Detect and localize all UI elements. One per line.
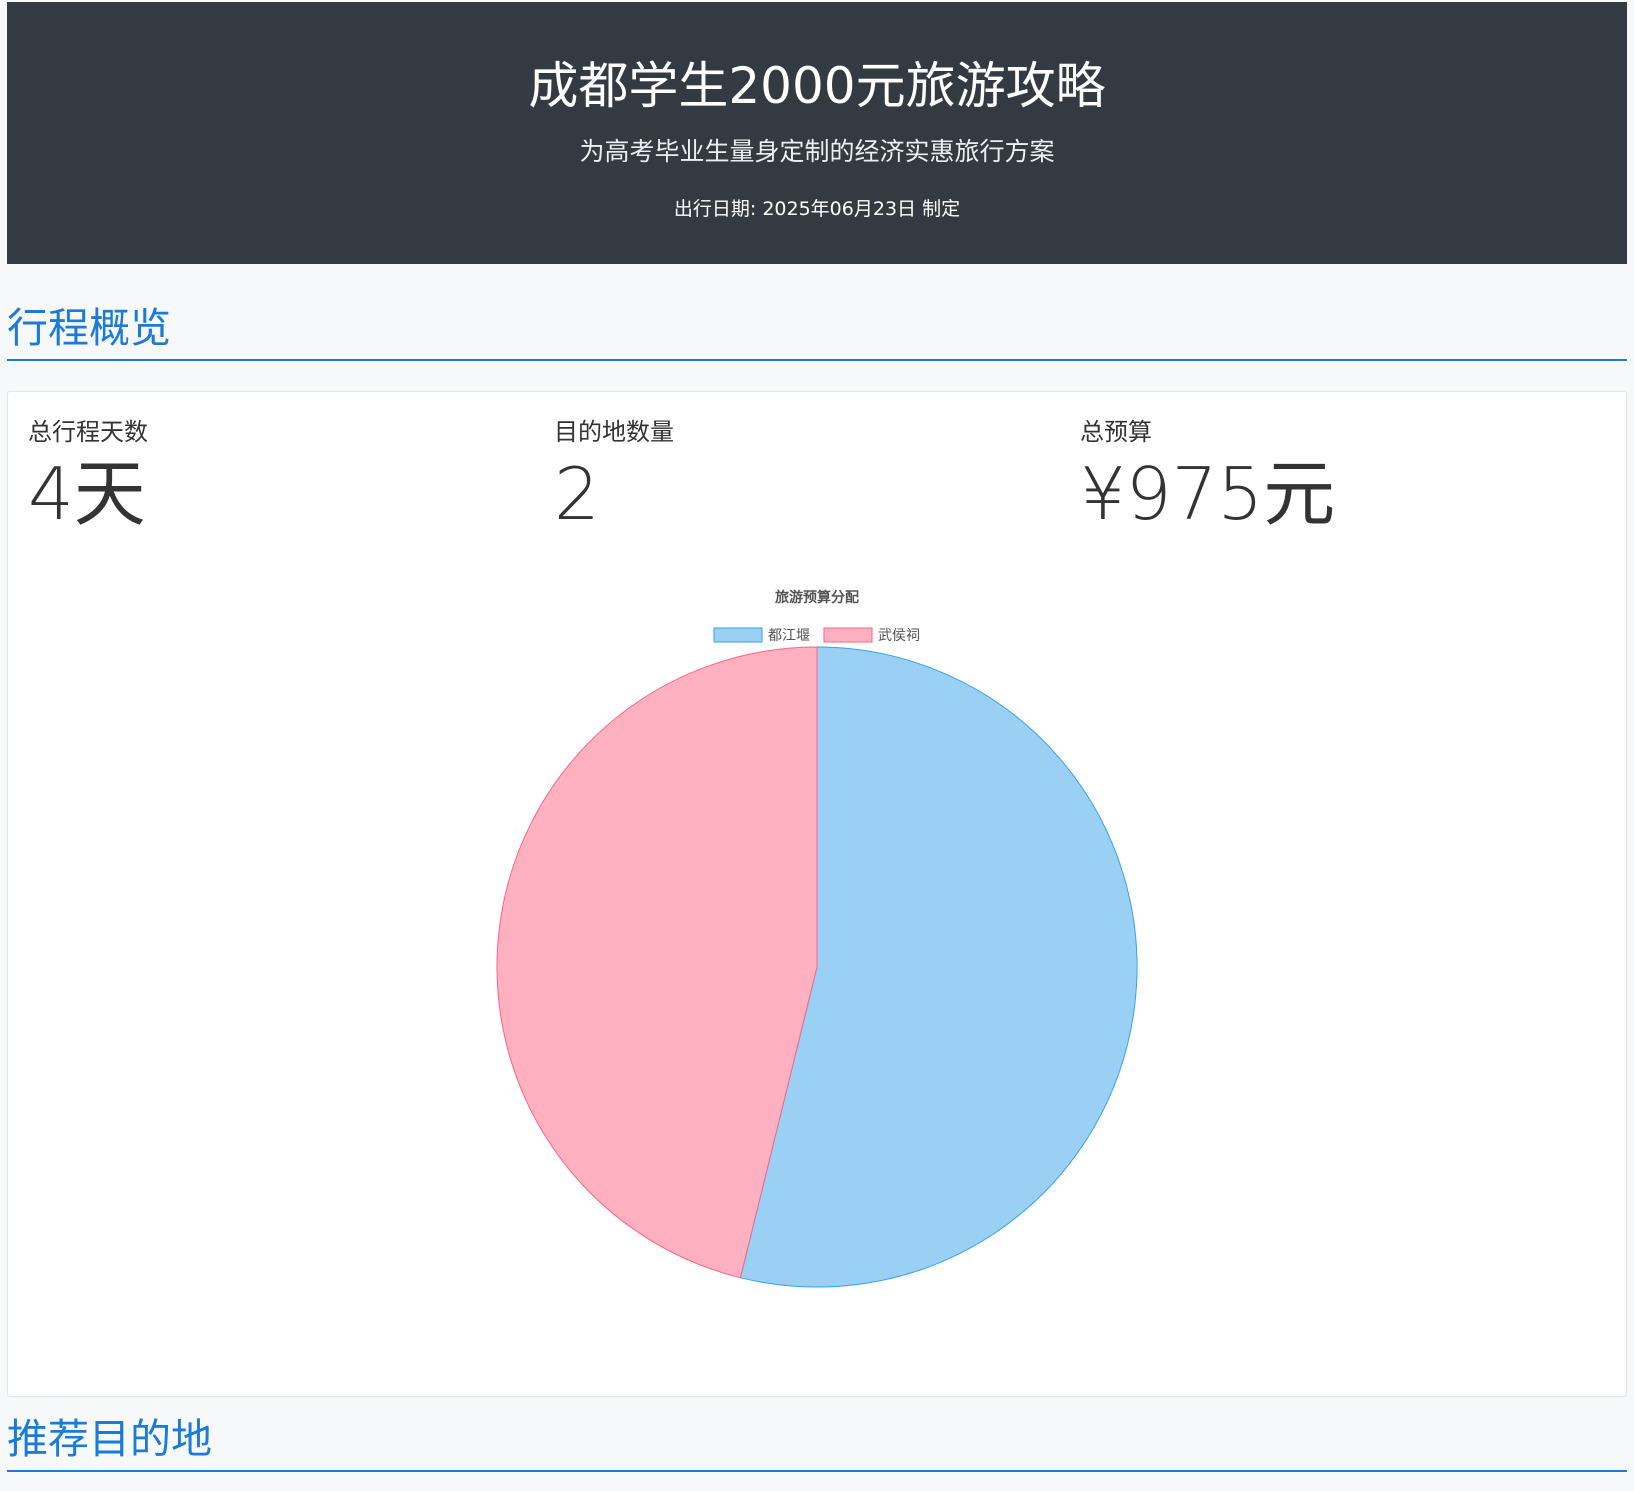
travel-date: 出行日期: 2025年06月23日 制定: [673, 198, 961, 220]
page-title: 成都学生2000元旅游攻略: [528, 57, 1106, 115]
stat-destination-count: 目的地数量 2: [554, 412, 1080, 534]
stat-total-days: 总行程天数 4天: [28, 412, 554, 534]
stat-label: 目的地数量: [554, 418, 674, 447]
legend-label[interactable]: 都江堰: [768, 628, 810, 644]
page-subtitle: 为高考毕业生量身定制的经济实惠旅行方案: [579, 137, 1055, 166]
stat-total-budget: 总预算 ¥975元: [1080, 412, 1606, 534]
budget-chart-container: 旅游预算分配 都江堰 武侯祠: [8, 582, 1626, 1362]
chart-title: 旅游预算分配: [775, 589, 859, 606]
pie-slices[interactable]: [496, 646, 1138, 1288]
page-header: 成都学生2000元旅游攻略 为高考毕业生量身定制的经济实惠旅行方案 出行日期: …: [7, 2, 1627, 264]
chart-legend[interactable]: 都江堰 武侯祠: [713, 627, 920, 644]
overview-section-title: 行程概览: [7, 305, 1627, 362]
stat-label: 总行程天数: [28, 418, 148, 447]
destinations-section-title: 推荐目的地: [7, 1417, 1627, 1473]
stats-row: 总行程天数 4天 目的地数量 2 总预算 ¥975元: [8, 392, 1626, 534]
stat-label: 总预算: [1080, 418, 1152, 447]
stat-value: ¥975元: [1080, 452, 1336, 537]
budget-pie-chart[interactable]: 旅游预算分配 都江堰 武侯祠: [467, 582, 1167, 1362]
stat-value: 4天: [28, 452, 146, 537]
legend-swatch[interactable]: [713, 627, 763, 643]
stat-value: 2: [554, 452, 600, 537]
legend-swatch[interactable]: [823, 627, 873, 643]
overview-card: 总行程天数 4天 目的地数量 2 总预算 ¥975元 旅游预算分配 都江堰 武侯祠: [7, 391, 1627, 1398]
legend-label[interactable]: 武侯祠: [878, 628, 920, 644]
